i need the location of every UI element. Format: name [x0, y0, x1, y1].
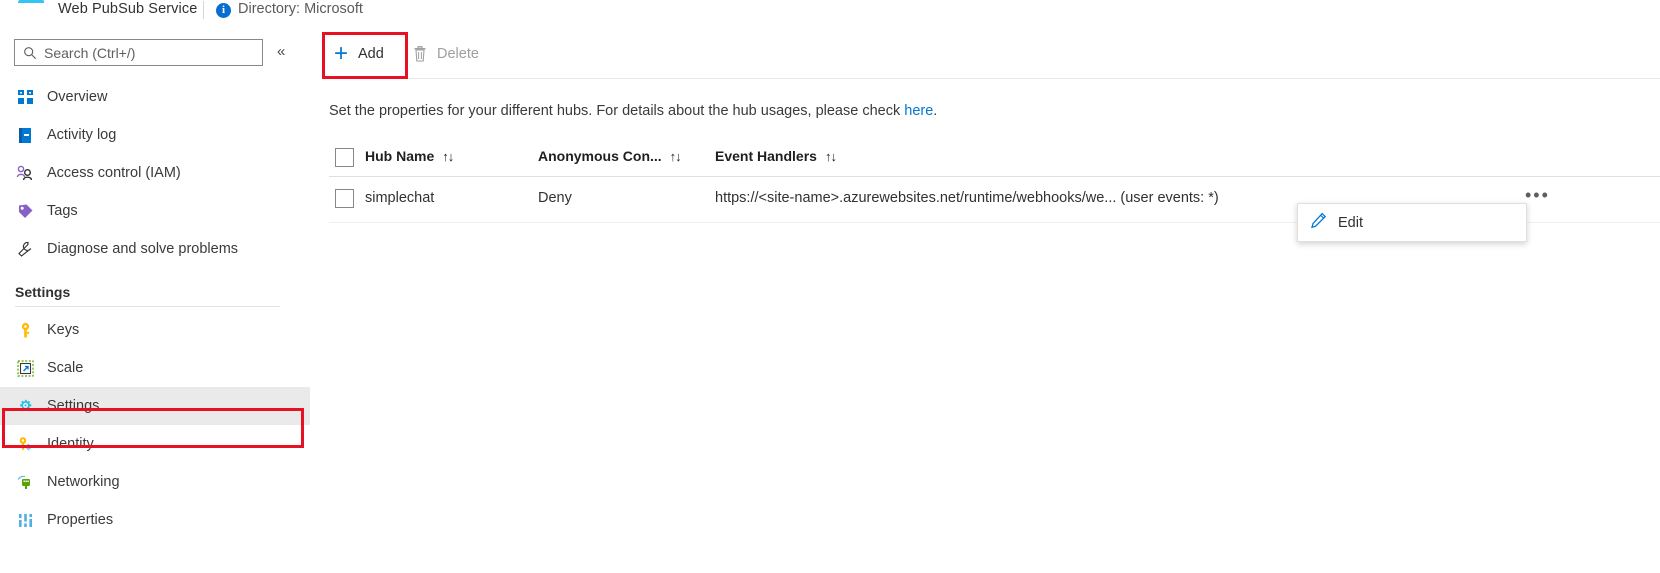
- delete-button-label: Delete: [437, 46, 479, 62]
- sidebar-item-label: Keys: [47, 322, 80, 338]
- column-header-anonymous-connect[interactable]: Anonymous Con... ↑↓: [538, 148, 682, 164]
- header-divider: [203, 1, 204, 19]
- activity-log-icon: [15, 125, 35, 145]
- page-description: Set the properties for your different hu…: [329, 103, 937, 119]
- overview-grid-icon: [15, 87, 35, 107]
- description-suffix: .: [933, 103, 938, 119]
- sidebar-item-label: Activity log: [47, 127, 117, 143]
- sidebar-item-label: Scale: [47, 360, 84, 376]
- search-icon: [22, 45, 37, 60]
- column-header-label: Anonymous Con...: [538, 148, 662, 164]
- sidebar-item-scale[interactable]: Scale: [0, 349, 310, 387]
- add-button[interactable]: + Add: [334, 34, 384, 74]
- cell-anonymous-connect: Deny: [538, 190, 572, 206]
- sidebar-item-settings[interactable]: Settings: [0, 387, 310, 425]
- sidebar-item-keys[interactable]: Keys: [0, 311, 310, 349]
- context-menu-item-edit[interactable]: Edit: [1310, 212, 1363, 234]
- search-input[interactable]: Search (Ctrl+/): [14, 39, 263, 66]
- sidebar-item-overview[interactable]: Overview: [0, 78, 310, 116]
- sidebar-item-access-control[interactable]: Access control (IAM): [0, 154, 310, 192]
- command-bar-underline: [325, 78, 1660, 79]
- sidebar-item-label: Identity: [47, 436, 94, 452]
- wrench-icon: [15, 239, 35, 259]
- info-icon: i: [216, 3, 231, 18]
- networking-icon: [15, 472, 35, 492]
- command-bar-divider: [405, 41, 406, 65]
- row-context-menu: Edit: [1297, 203, 1527, 242]
- trash-icon: [413, 45, 427, 62]
- add-button-label: Add: [358, 46, 384, 62]
- service-title: Web PubSub Service: [58, 1, 198, 17]
- sidebar-item-properties[interactable]: Properties: [0, 501, 310, 539]
- row-more-options-button[interactable]: •••: [1525, 186, 1550, 204]
- pencil-edit-icon: [1310, 212, 1327, 234]
- delete-button[interactable]: Delete: [413, 34, 479, 74]
- here-link[interactable]: here: [904, 103, 933, 119]
- sidebar-item-label: Overview: [47, 89, 108, 105]
- command-bar: + Add Delete: [325, 32, 1645, 77]
- sort-icon: ↑↓: [669, 148, 682, 164]
- table-header-row: Hub Name ↑↓ Anonymous Con... ↑↓ Event Ha…: [329, 142, 1660, 177]
- cell-hub-name: simplechat: [365, 190, 435, 206]
- sidebar-item-identity[interactable]: Identity: [0, 425, 310, 463]
- cell-event-handlers: https://<site-name>.azurewebsites.net/ru…: [715, 190, 1219, 206]
- sidebar: Search (Ctrl+/) « Overview Activity log …: [0, 26, 310, 573]
- sidebar-section-title: Settings: [15, 284, 71, 300]
- azure-web-pubsub-logo-icon: [18, 0, 45, 3]
- key-icon: [15, 320, 35, 340]
- sidebar-item-label: Networking: [47, 474, 120, 490]
- row-checkbox[interactable]: [335, 189, 354, 208]
- sort-icon: ↑↓: [824, 148, 837, 164]
- gear-icon: [15, 396, 35, 416]
- sidebar-item-label: Settings: [47, 398, 100, 414]
- sidebar-item-diagnose[interactable]: Diagnose and solve problems: [0, 230, 310, 268]
- sidebar-item-activity-log[interactable]: Activity log: [0, 116, 310, 154]
- column-header-event-handlers[interactable]: Event Handlers ↑↓: [715, 148, 837, 164]
- select-all-checkbox[interactable]: [335, 148, 354, 167]
- identity-key-icon: [15, 434, 35, 454]
- sidebar-item-label: Diagnose and solve problems: [47, 241, 239, 257]
- sidebar-section-divider: [15, 306, 280, 307]
- context-menu-item-label: Edit: [1338, 214, 1363, 231]
- chevron-double-left-icon[interactable]: «: [277, 43, 285, 61]
- sidebar-item-networking[interactable]: Networking: [0, 463, 310, 501]
- tag-icon: [15, 201, 35, 221]
- access-control-people-icon: [15, 163, 35, 183]
- azure-portal-hub-settings-page: Web PubSub Service i Directory: Microsof…: [0, 0, 1660, 573]
- column-header-label: Hub Name: [365, 148, 435, 164]
- sidebar-item-tags[interactable]: Tags: [0, 192, 310, 230]
- sidebar-content-divider: [310, 26, 311, 573]
- top-breadcrumb-bar: Web PubSub Service i Directory: Microsof…: [0, 0, 1660, 26]
- sidebar-item-label: Access control (IAM): [47, 165, 181, 181]
- directory-label: Directory: Microsoft: [238, 1, 363, 17]
- sidebar-nav-list: Overview Activity log Access control (IA…: [0, 78, 310, 539]
- sidebar-item-label: Properties: [47, 512, 114, 528]
- description-text: Set the properties for your different hu…: [329, 103, 905, 119]
- properties-bars-icon: [15, 510, 35, 530]
- column-header-label: Event Handlers: [715, 148, 817, 164]
- scale-arrow-icon: [15, 358, 35, 378]
- column-header-hub-name[interactable]: Hub Name ↑↓: [365, 148, 454, 164]
- sidebar-item-label: Tags: [47, 203, 78, 219]
- search-placeholder: Search (Ctrl+/): [44, 44, 136, 61]
- plus-icon: +: [334, 40, 349, 67]
- sort-icon: ↑↓: [442, 148, 454, 164]
